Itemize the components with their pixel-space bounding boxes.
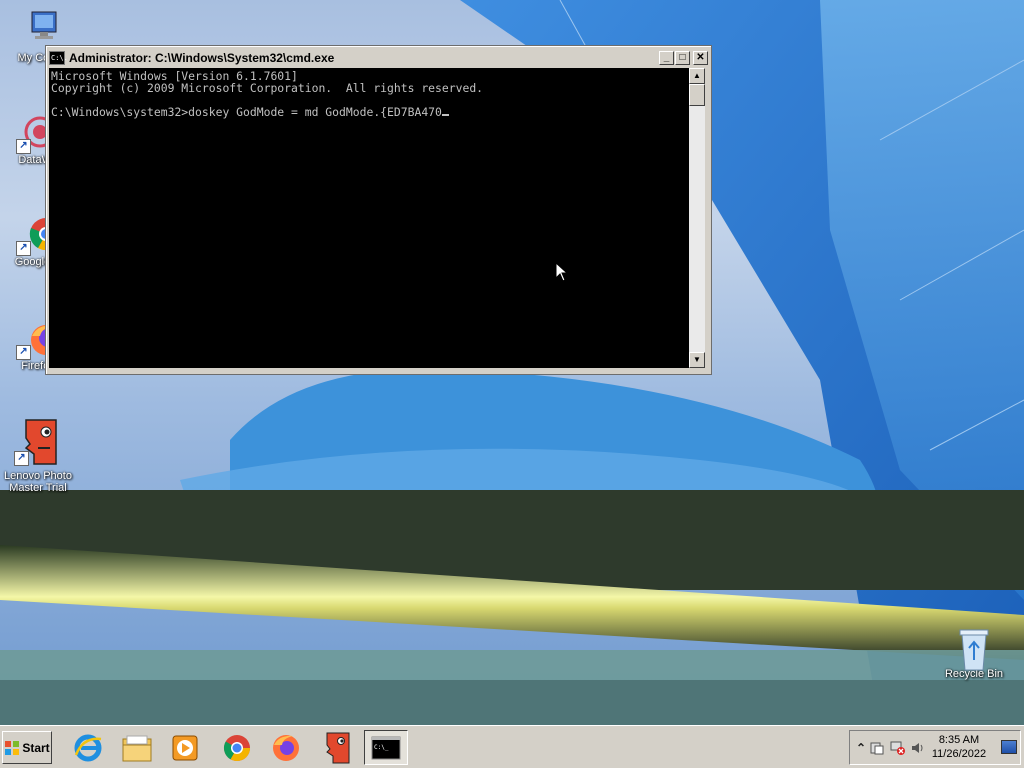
firefox-icon — [273, 734, 299, 761]
vertical-scrollbar[interactable]: ▲ ▼ — [689, 68, 705, 368]
action-center-icon[interactable] — [870, 741, 884, 758]
scrollbar-thumb[interactable] — [689, 84, 705, 106]
windows-logo-icon — [5, 740, 20, 755]
taskbar-media-player[interactable] — [167, 730, 203, 765]
desktop-icon-label-line1: Lenovo Photo — [4, 470, 72, 482]
scroll-down-arrow-icon[interactable]: ▼ — [689, 352, 705, 368]
network-disconnected-icon[interactable] — [890, 741, 906, 758]
taskbar-firefox[interactable] — [268, 730, 304, 765]
cmd-icon: C:\_ — [371, 736, 401, 759]
shortcut-arrow-icon: ↗ — [14, 451, 29, 466]
internet-explorer-icon — [74, 734, 102, 761]
show-hidden-icons-chevron-icon[interactable]: ⌃ — [856, 741, 866, 755]
console-output[interactable]: Microsoft Windows [Version 6.1.7601] Copy… — [49, 68, 689, 368]
cmd-window[interactable]: C:\. Administrator: C:\Windows\System32\… — [45, 45, 712, 375]
chrome-icon — [223, 734, 251, 761]
taskbar-lenovo-photo-master[interactable] — [318, 730, 354, 765]
window-title: Administrator: C:\Windows\System32\cmd.e… — [69, 51, 335, 65]
system-tray: ⌃ 8:35 AM 11/26/2022 — [849, 730, 1021, 765]
file-explorer-icon — [122, 735, 152, 761]
cmd-window-icon[interactable]: C:\. — [49, 51, 68, 65]
taskbar-cmd[interactable]: C:\_ — [364, 730, 408, 765]
clock-date[interactable]: 11/26/2022 — [928, 748, 990, 760]
shortcut-arrow-icon: ↗ — [16, 139, 31, 154]
show-desktop-button[interactable] — [1001, 740, 1017, 754]
media-player-icon — [172, 735, 198, 760]
recycle-bin-icon — [954, 626, 994, 671]
lenovo-photo-master-icon — [326, 732, 350, 763]
console-prompt-line[interactable]: C:\Windows\system32>doskey GodMode = md … — [51, 106, 689, 118]
maximize-button[interactable]: □ — [675, 51, 690, 65]
taskbar-chrome[interactable] — [219, 730, 255, 765]
computer-icon — [18, 10, 58, 50]
desktop-icon-lenovo-photo-master[interactable]: ↗ Lenovo Photo Master Trial — [0, 418, 76, 494]
cmd-titlebar[interactable]: C:\. Administrator: C:\Windows\System32\… — [49, 49, 708, 67]
taskbar: Start C:\_ ⌃ 8:35 AM 11/26/2022 — [0, 725, 1024, 768]
start-label: Start — [22, 740, 50, 755]
mouse-pointer-icon — [555, 262, 569, 282]
clock-time[interactable]: 8:35 AM — [928, 734, 990, 746]
shortcut-arrow-icon: ↗ — [16, 345, 31, 360]
taskbar-file-explorer[interactable] — [119, 730, 155, 765]
close-button[interactable]: ✕ — [693, 51, 708, 65]
text-cursor — [441, 114, 449, 116]
volume-icon[interactable] — [911, 741, 925, 758]
desktop-icon-recycle-bin[interactable]: Recycle Bin — [936, 626, 1012, 680]
scroll-up-arrow-icon[interactable]: ▲ — [689, 68, 705, 84]
desktop-icon-label-line2: Master Trial — [9, 482, 67, 494]
start-button[interactable]: Start — [2, 731, 52, 764]
shortcut-arrow-icon: ↗ — [16, 241, 31, 256]
minimize-button[interactable]: _ — [659, 51, 674, 65]
lenovo-photo-master-icon: ↗ — [14, 418, 60, 468]
taskbar-internet-explorer[interactable] — [70, 730, 106, 765]
svg-text:C:\_: C:\_ — [374, 744, 389, 751]
console-command: C:\Windows\system32>doskey GodMode = md … — [51, 105, 442, 119]
console-line: Copyright (c) 2009 Microsoft Corporation… — [51, 81, 484, 95]
